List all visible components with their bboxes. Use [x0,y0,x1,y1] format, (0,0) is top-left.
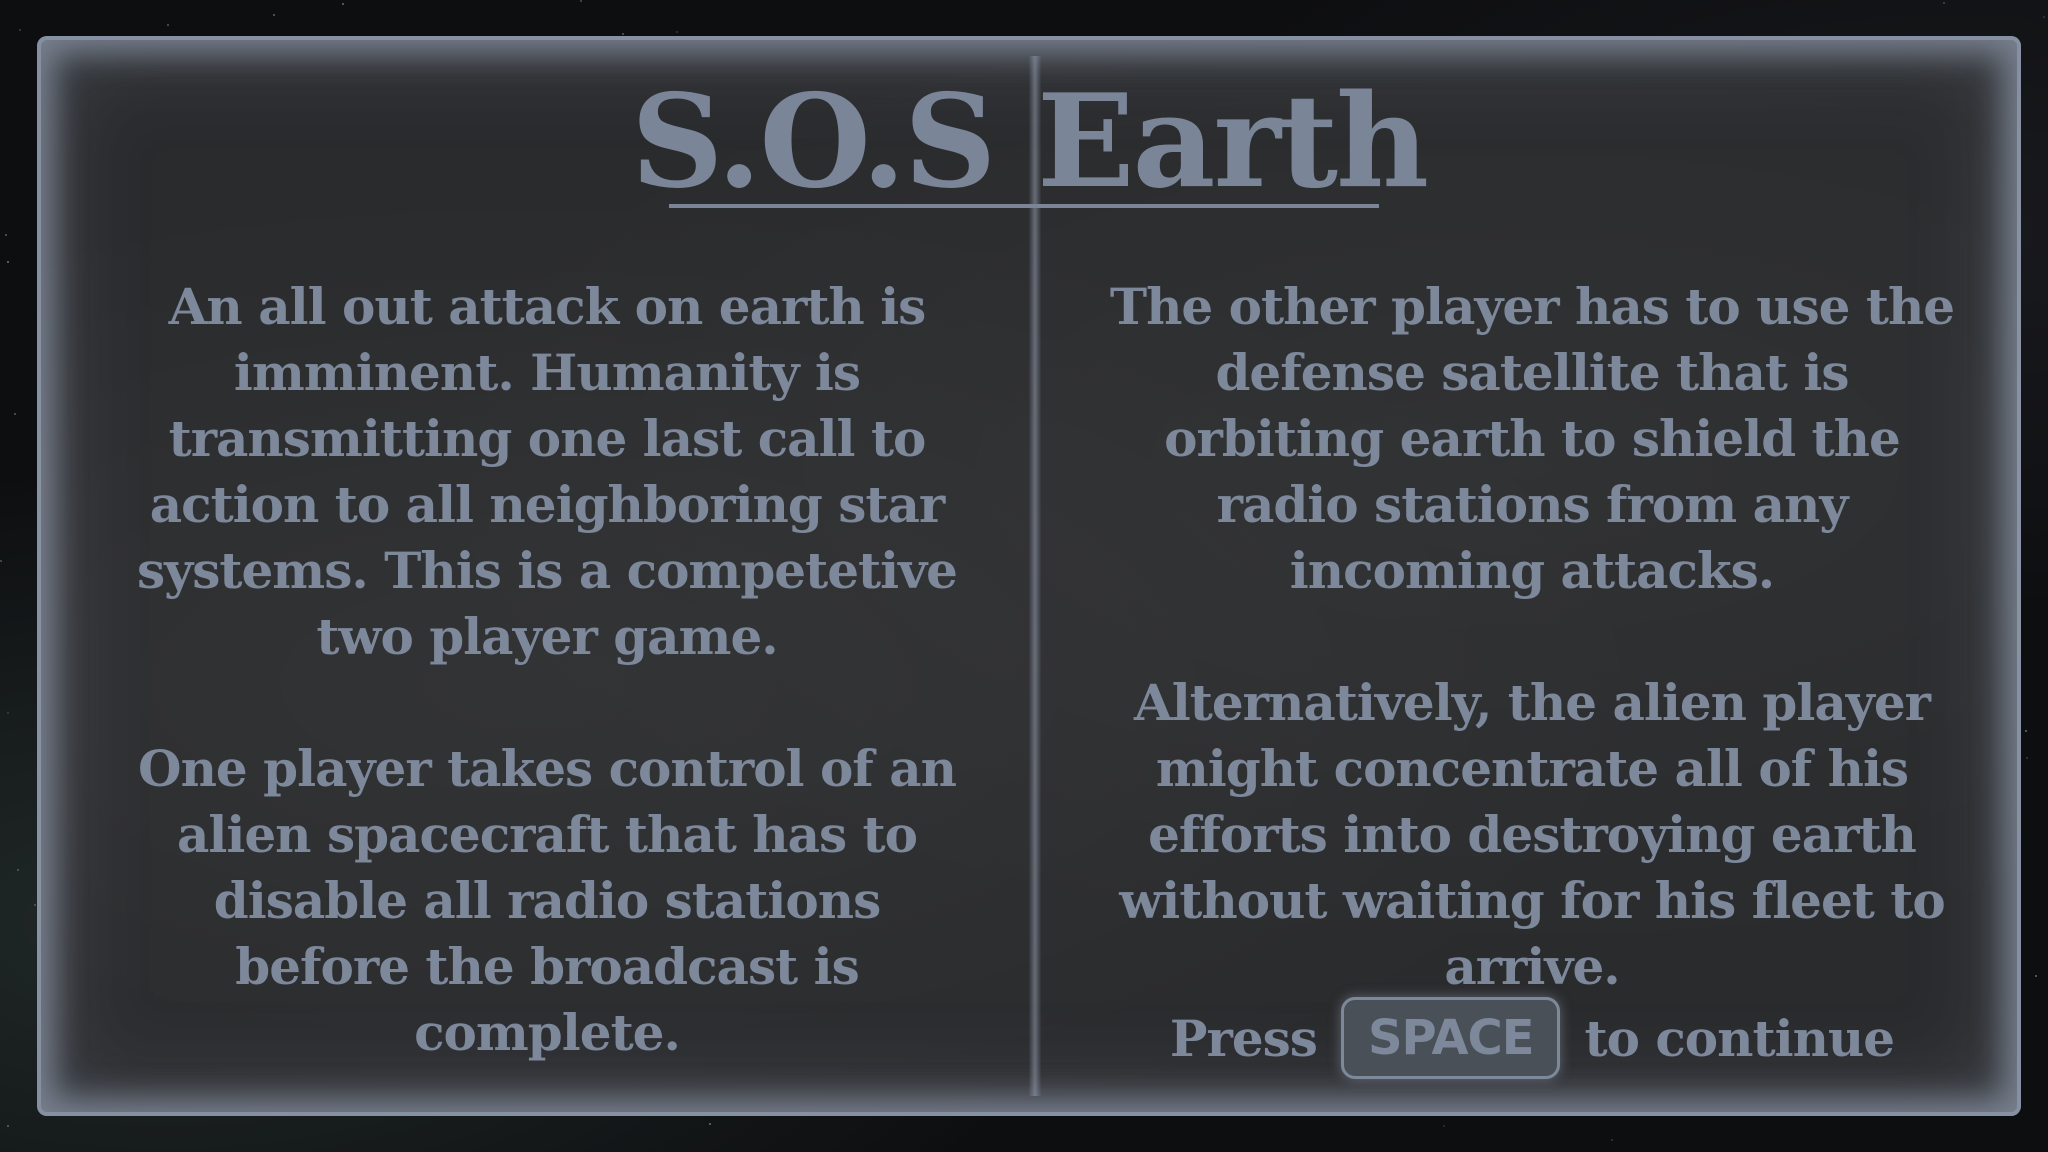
star [2043,16,2045,18]
star [5,234,7,236]
star [2026,757,2028,759]
star [1443,1125,1445,1127]
prompt-prefix: Press [1169,1008,1318,1068]
title-underline [669,204,1379,208]
star [709,1123,711,1125]
intro-panel: S.O.S Earth An all out attack on earth i… [37,36,2021,1116]
right-column: The other player has to use the defense … [1077,274,1987,1066]
star [622,33,624,35]
alien-player-paragraph: One player takes control of an alien spa… [138,739,957,1062]
star [342,3,344,5]
defense-player-paragraph: The other player has to use the defense … [1109,277,1955,600]
game-title: S.O.S Earth [630,67,1429,217]
star [167,24,169,26]
star [1943,2,1945,4]
star [580,0,582,2]
star [7,712,9,714]
star [7,261,9,263]
continue-prompt: Press SPACE to continue [1077,996,1987,1080]
star [34,904,36,906]
star [676,31,678,33]
alternative-strategy-paragraph: Alternatively, the alien player might co… [1119,673,1946,996]
star [14,413,16,415]
intro-paragraph: An all out attack on earth is imminent. … [137,277,958,666]
star [2035,975,2037,977]
space-key-button[interactable]: SPACE [1340,997,1561,1079]
star [273,14,275,16]
prompt-suffix: to continue [1584,1008,1895,1068]
star [1611,1139,1613,1141]
star [2025,730,2027,732]
star [17,869,19,871]
left-column: An all out attack on earth is imminent. … [107,274,987,1116]
star [7,1125,9,1127]
star [0,560,2,562]
